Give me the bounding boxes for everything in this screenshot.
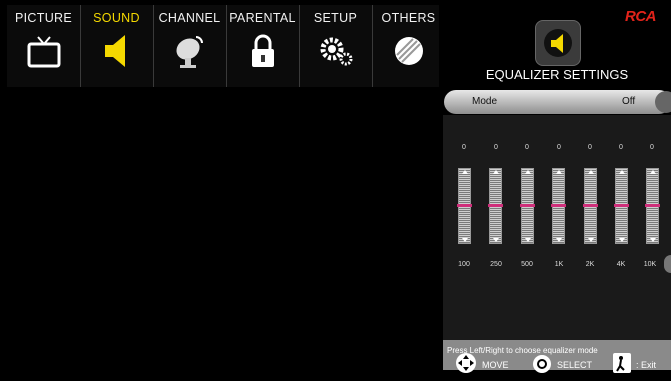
main-menu-bar: PICTURE SOUND CHANNEL PARENTAL SETUP OTH… bbox=[7, 5, 439, 87]
band-value: 0 bbox=[588, 144, 592, 151]
tab-label: PARENTAL bbox=[229, 11, 296, 25]
tab-label: SOUND bbox=[93, 11, 140, 25]
scroll-right-knob[interactable] bbox=[664, 255, 671, 273]
tv-icon bbox=[27, 36, 60, 68]
lock-icon bbox=[251, 34, 274, 67]
mode-label: Mode bbox=[472, 96, 498, 107]
band-value: 0 bbox=[619, 144, 623, 151]
select-button-icon bbox=[532, 354, 552, 374]
tab-label: SETUP bbox=[313, 11, 358, 25]
eq-slider-100[interactable] bbox=[457, 168, 472, 244]
eq-slider-500[interactable] bbox=[520, 168, 535, 244]
slider-thumb[interactable] bbox=[457, 204, 472, 207]
eq-slider-2k[interactable] bbox=[583, 168, 598, 244]
eq-slider-10k[interactable] bbox=[645, 168, 660, 244]
slider-thumb[interactable] bbox=[520, 204, 535, 207]
band-value: 0 bbox=[462, 144, 466, 151]
mode-toggle-knob[interactable] bbox=[655, 91, 671, 113]
satellite-dish-icon bbox=[175, 36, 203, 68]
tab-label: OTHERS bbox=[381, 11, 436, 25]
tab-parental[interactable]: PARENTAL bbox=[226, 5, 300, 87]
slider-thumb[interactable] bbox=[488, 204, 503, 207]
band-value: 0 bbox=[650, 144, 654, 151]
rca-logo: RCA bbox=[625, 8, 657, 25]
panel-title: EQUALIZER SETTINGS bbox=[485, 67, 629, 82]
slider-thumb[interactable] bbox=[614, 204, 629, 207]
speaker-icon bbox=[104, 35, 125, 67]
tab-others[interactable]: OTHERS bbox=[372, 5, 445, 87]
footer-move-label: MOVE bbox=[482, 360, 509, 370]
tab-setup[interactable]: SETUP bbox=[299, 5, 373, 87]
eq-slider-1k[interactable] bbox=[551, 168, 566, 244]
footer-exit-label: : Exit bbox=[636, 360, 657, 370]
video-preview-area bbox=[7, 88, 439, 381]
mode-selector[interactable]: Mode Off bbox=[444, 90, 671, 114]
band-frequency: 1K bbox=[554, 261, 564, 268]
band-frequency: 500 bbox=[521, 261, 533, 268]
speaker-icon bbox=[535, 20, 581, 66]
disc-icon bbox=[394, 37, 423, 65]
band-frequency: 10K bbox=[643, 261, 657, 268]
eq-slider-4k[interactable] bbox=[614, 168, 629, 244]
mode-value: Off bbox=[622, 96, 636, 107]
band-frequency: 4K bbox=[616, 261, 626, 268]
exit-icon bbox=[612, 352, 632, 374]
band-value: 0 bbox=[557, 144, 561, 151]
slider-thumb[interactable] bbox=[645, 204, 660, 207]
gears-icon bbox=[320, 37, 352, 66]
band-frequency: 2K bbox=[585, 261, 595, 268]
slider-thumb[interactable] bbox=[551, 204, 566, 207]
eq-slider-250[interactable] bbox=[488, 168, 503, 244]
footer-select-label: SELECT bbox=[557, 360, 593, 370]
band-value: 0 bbox=[494, 144, 498, 151]
tab-channel[interactable]: CHANNEL bbox=[153, 5, 227, 87]
tab-picture[interactable]: PICTURE bbox=[7, 5, 81, 87]
tab-label: CHANNEL bbox=[158, 11, 221, 25]
dpad-move-icon bbox=[455, 352, 477, 374]
band-frequency: 250 bbox=[490, 261, 502, 268]
band-frequency: 100 bbox=[458, 261, 470, 268]
slider-thumb[interactable] bbox=[583, 204, 598, 207]
tab-label: PICTURE bbox=[15, 11, 72, 25]
tab-sound[interactable]: SOUND bbox=[80, 5, 154, 87]
band-value: 0 bbox=[525, 144, 529, 151]
